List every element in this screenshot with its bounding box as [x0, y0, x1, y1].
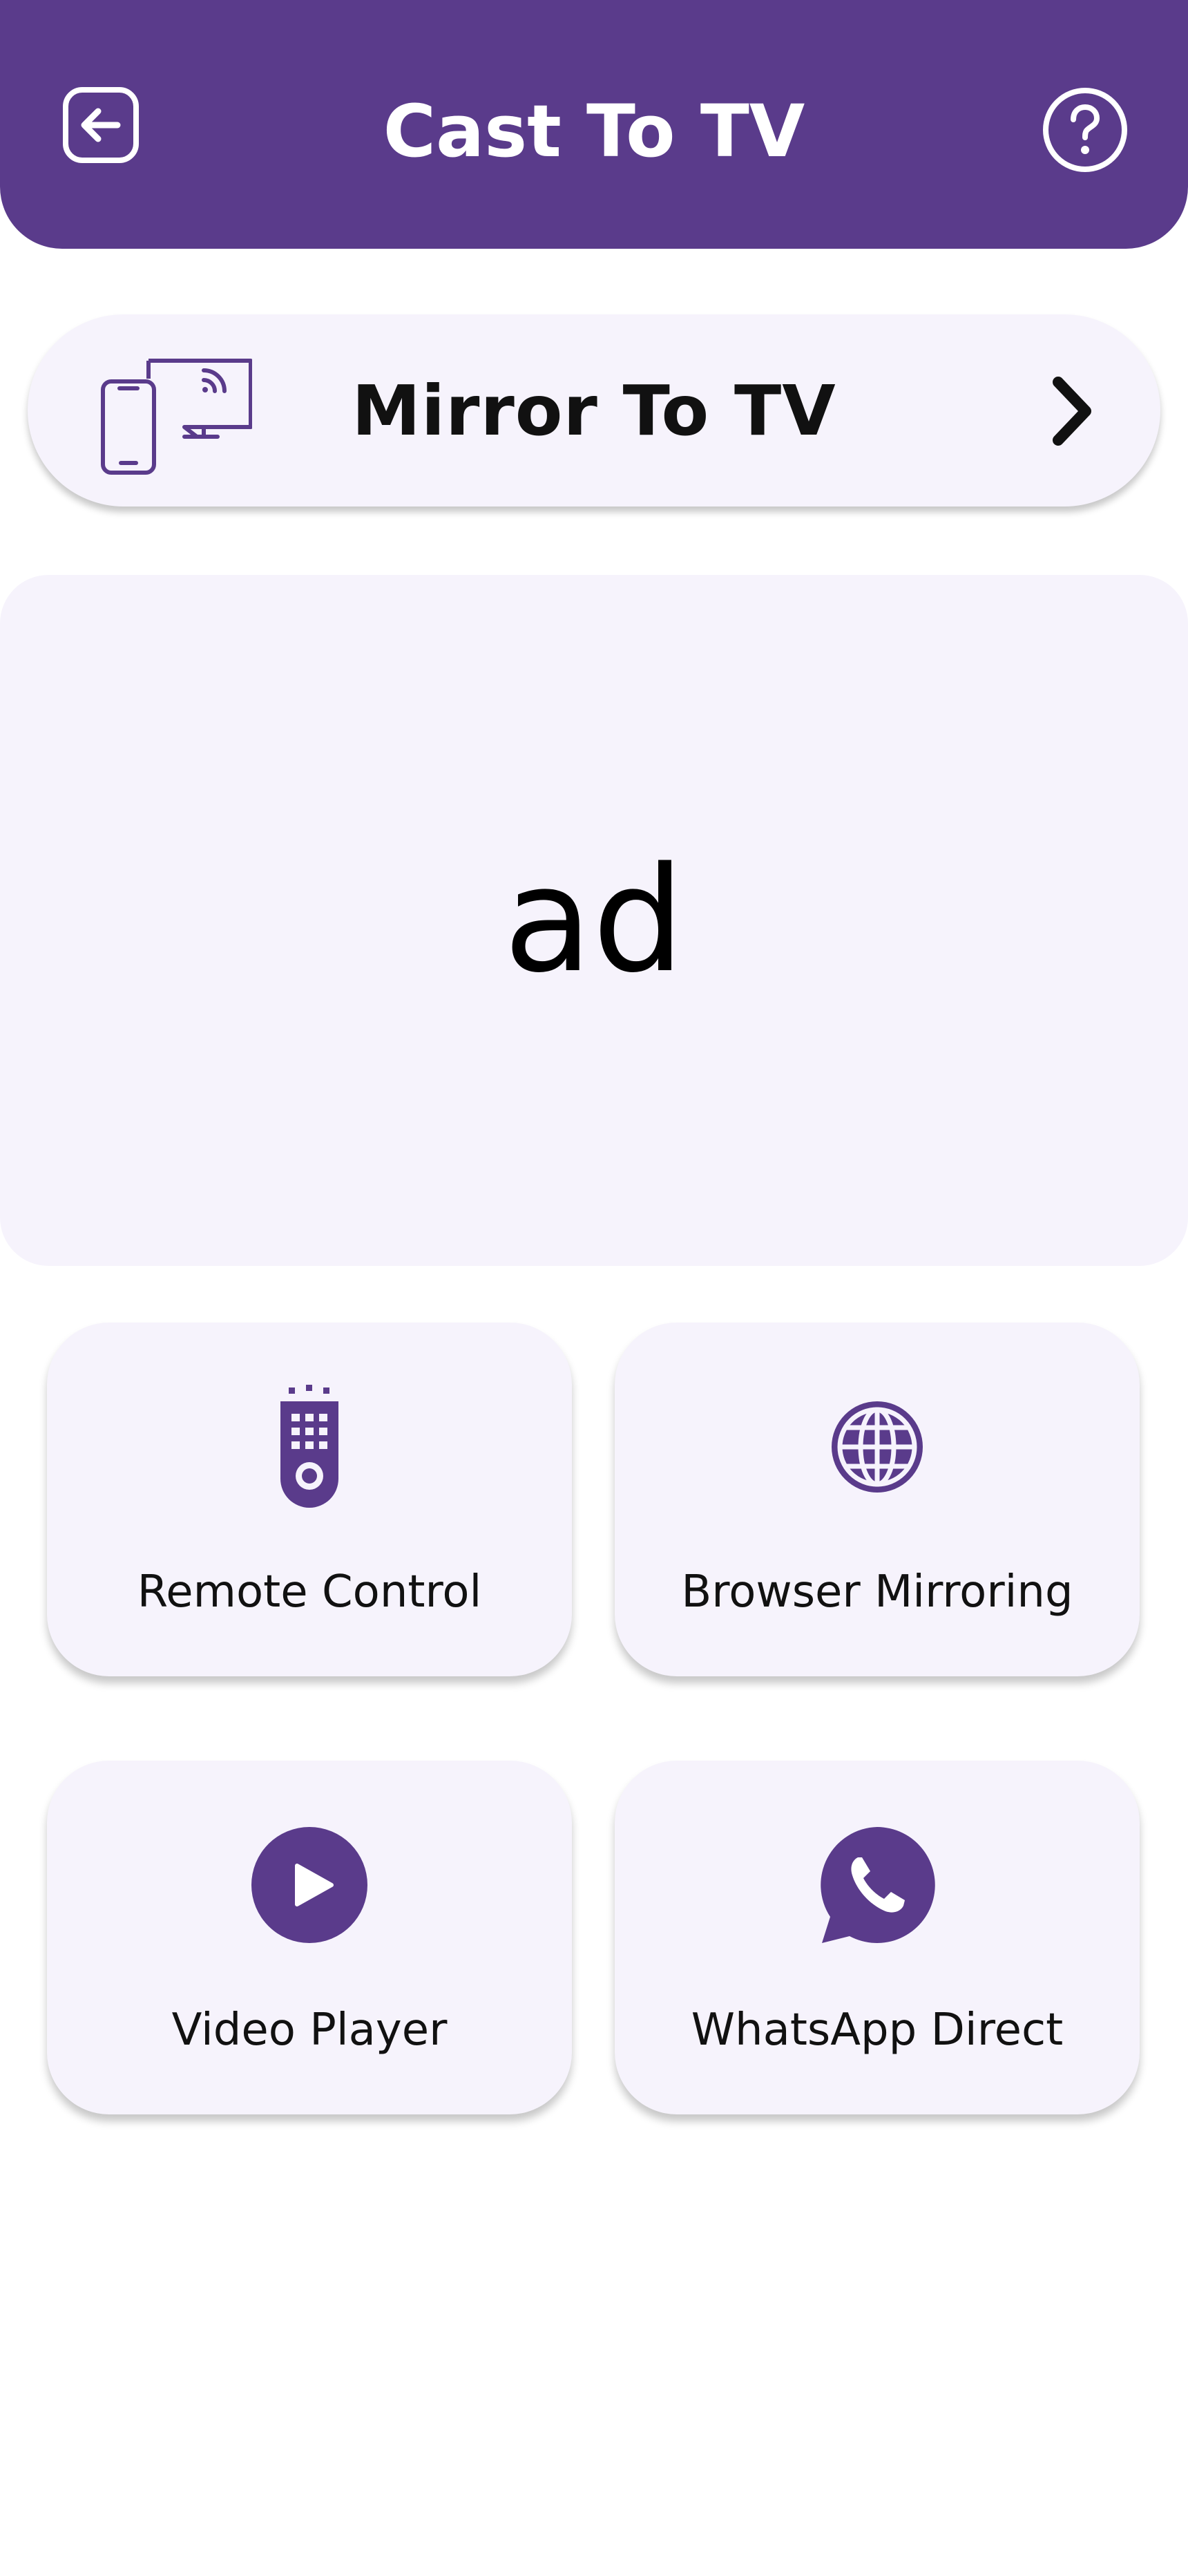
chevron-right-icon [1053, 377, 1091, 446]
whatsapp-direct-tile[interactable]: WhatsApp Direct [615, 1761, 1140, 2114]
mirror-to-tv-label: Mirror To TV [352, 370, 836, 451]
cast-to-tv-screen: Cast To TV Mirror To TV ad Remote Contro… [0, 0, 1188, 2576]
video-player-tile[interactable]: Video Player [47, 1761, 572, 2114]
ad-placeholder[interactable]: ad [0, 575, 1188, 1266]
whatsapp-icon [821, 1827, 935, 1943]
globe-icon [832, 1401, 923, 1493]
whatsapp-direct-label: WhatsApp Direct [691, 2005, 1064, 2056]
mirror-to-tv-card[interactable]: Mirror To TV [28, 314, 1160, 506]
ad-label: ad [504, 835, 684, 1005]
video-player-label: Video Player [171, 2005, 448, 2056]
play-icon [251, 1827, 367, 1943]
browser-mirroring-tile[interactable]: Browser Mirroring [615, 1323, 1140, 1676]
remote-control-label: Remote Control [137, 1566, 482, 1618]
help-icon [1043, 88, 1127, 172]
help-button[interactable] [1042, 86, 1129, 173]
remote-control-icon [280, 1385, 338, 1508]
remote-control-tile[interactable]: Remote Control [47, 1323, 572, 1676]
page-title: Cast To TV [383, 89, 805, 173]
app-header: Cast To TV [0, 0, 1188, 249]
browser-mirroring-label: Browser Mirroring [681, 1566, 1073, 1618]
